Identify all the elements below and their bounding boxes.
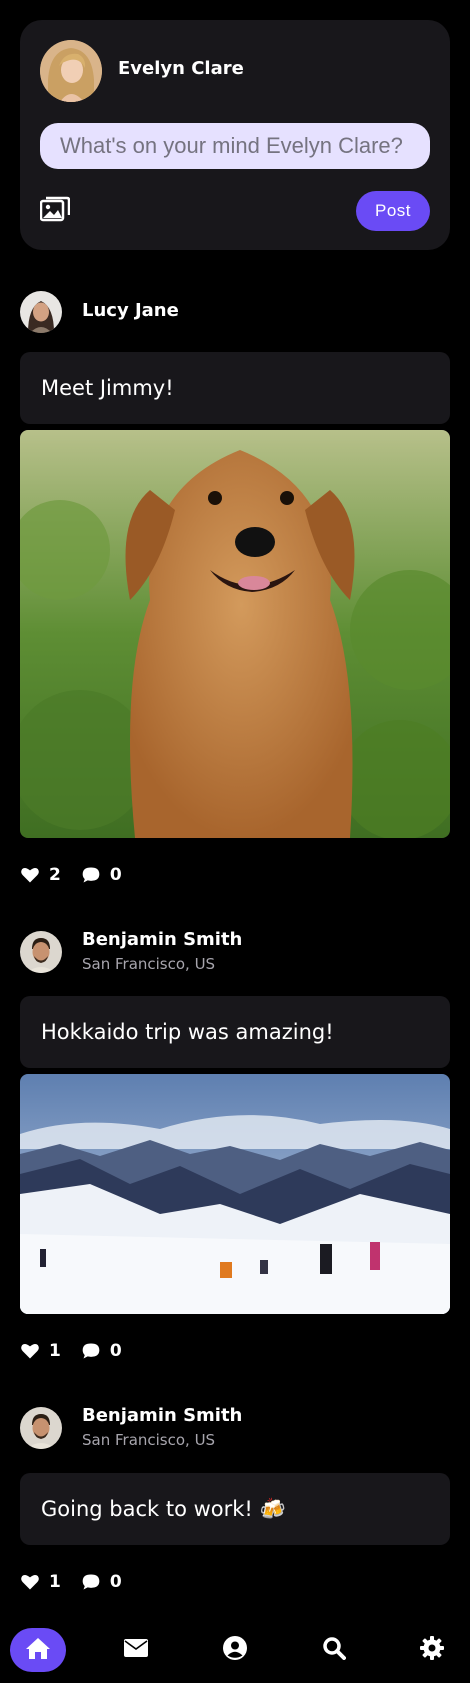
- bottom-nav: [0, 1624, 470, 1683]
- like-count: 2: [49, 865, 61, 885]
- author-name[interactable]: Benjamin Smith: [82, 929, 242, 950]
- author-avatar[interactable]: [20, 931, 62, 973]
- comment-icon[interactable]: [81, 1341, 101, 1361]
- ski-slope-photo: [20, 1074, 450, 1314]
- nav-profile[interactable]: [207, 1628, 263, 1672]
- post-text: Going back to work! 🍻: [20, 1473, 450, 1545]
- post-button[interactable]: Post: [356, 191, 430, 231]
- author-avatar[interactable]: [20, 291, 62, 333]
- composer-card: Evelyn Clare Post: [20, 20, 450, 250]
- dog-photo: [20, 430, 450, 838]
- user-circle-icon: [223, 1636, 247, 1664]
- author-name[interactable]: Lucy Jane: [82, 300, 179, 321]
- nav-settings[interactable]: [404, 1628, 460, 1672]
- add-image-icon[interactable]: [39, 196, 71, 222]
- post-stats: 1 0: [20, 1338, 142, 1364]
- envelope-icon: [124, 1639, 148, 1661]
- composer-avatar: [40, 40, 102, 102]
- gear-icon: [420, 1636, 444, 1664]
- post-text: Hokkaido trip was amazing!: [20, 996, 450, 1068]
- composer-user-name: Evelyn Clare: [118, 58, 244, 79]
- comment-icon[interactable]: [81, 1572, 101, 1592]
- post-text: Meet Jimmy!: [20, 352, 450, 424]
- heart-icon[interactable]: [20, 1572, 40, 1592]
- heart-icon[interactable]: [20, 1341, 40, 1361]
- status-input[interactable]: [40, 123, 430, 169]
- nav-home[interactable]: [10, 1628, 66, 1672]
- author-avatar[interactable]: [20, 1407, 62, 1449]
- comment-count: 0: [109, 1341, 122, 1361]
- like-count: 1: [49, 1572, 61, 1592]
- like-count: 1: [49, 1341, 61, 1361]
- nav-messages[interactable]: [108, 1628, 164, 1672]
- home-icon: [25, 1636, 51, 1664]
- comment-count: 0: [109, 1572, 122, 1592]
- post-stats: 2 0: [20, 862, 142, 888]
- heart-icon[interactable]: [20, 865, 40, 885]
- comment-count: 0: [109, 865, 122, 885]
- search-icon: [322, 1636, 346, 1664]
- comment-icon[interactable]: [81, 865, 101, 885]
- author-location: San Francisco, US: [82, 955, 216, 973]
- author-location: San Francisco, US: [82, 1431, 216, 1449]
- nav-search[interactable]: [306, 1628, 362, 1672]
- post-stats: 1 0: [20, 1569, 142, 1595]
- author-name[interactable]: Benjamin Smith: [82, 1405, 242, 1426]
